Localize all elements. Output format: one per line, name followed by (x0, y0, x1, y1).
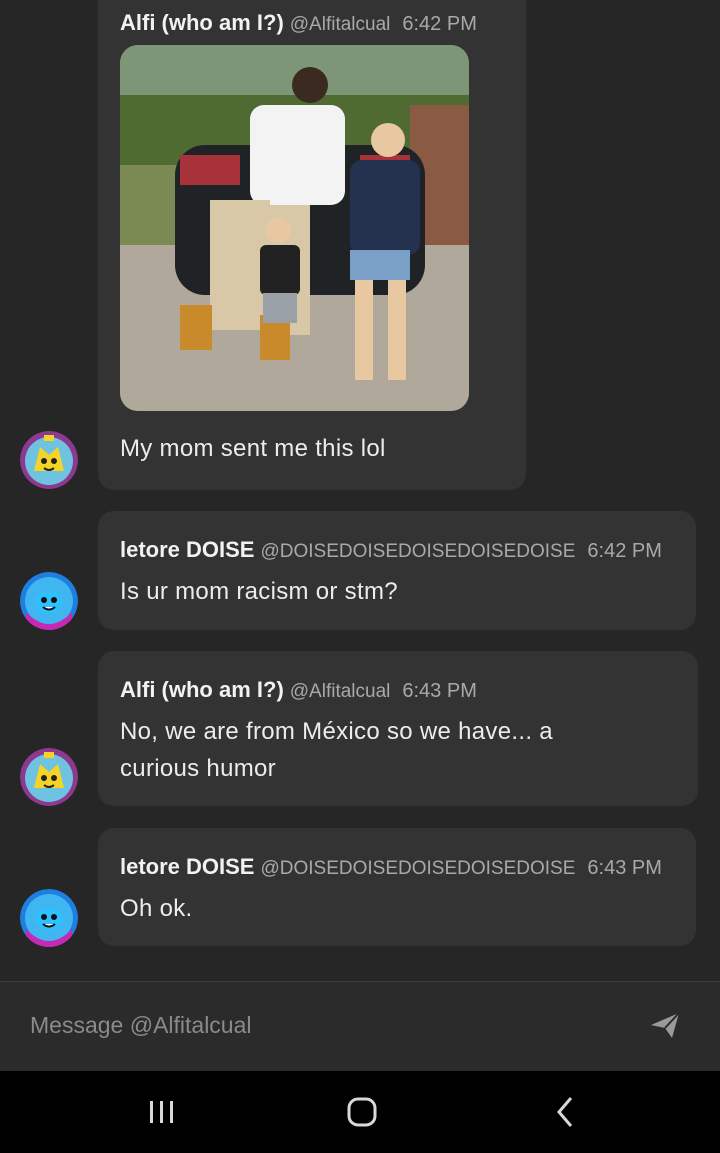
message-input[interactable] (28, 1004, 612, 1046)
author-name[interactable]: Alfi (who am I?) (120, 10, 284, 35)
yellow-cartoon-avatar-icon (20, 431, 78, 489)
author-handle[interactable]: @DOISEDOISEDOISEDOISEDOISE (260, 541, 575, 562)
author-name[interactable]: letore DOISE (120, 537, 254, 562)
message-text: Is ur mom racism or stm? (120, 578, 398, 605)
author-handle[interactable]: @Alfitalcual (290, 14, 391, 35)
avatar[interactable] (20, 431, 78, 489)
author-handle[interactable]: @DOISEDOISEDOISEDOISEDOISE (260, 858, 575, 879)
timestamp: 6:42 PM (587, 540, 662, 562)
avatar[interactable] (20, 889, 78, 947)
timestamp: 6:43 PM (402, 680, 477, 702)
message-bubble[interactable]: Alfi (who am I?) @Alfitalcual 6:43 PM No, … (98, 651, 698, 806)
message-header: Alfi (who am I?) @Alfitalcual 6:42 PM (120, 10, 477, 36)
recent-apps-icon[interactable] (131, 1091, 191, 1133)
author-name[interactable]: Alfi (who am I?) (120, 677, 284, 702)
author-name[interactable]: letore DOISE (120, 854, 254, 879)
system-navigation-bar (0, 1071, 720, 1153)
message-bubble[interactable]: letore DOISE @DOISEDOISEDOISEDOISEDOISE 6:… (98, 511, 696, 630)
message-text: Oh ok. (120, 895, 193, 922)
blue-cartoon-avatar-icon (20, 889, 78, 947)
home-icon[interactable] (332, 1091, 392, 1133)
message-text: No, we are from México so we have... a c… (120, 718, 553, 782)
blue-cartoon-avatar-icon (20, 572, 78, 630)
message-header: letore DOISE @DOISEDOISEDOISEDOISEDOISE 6:… (120, 537, 662, 563)
avatar[interactable] (20, 572, 78, 630)
message-header: letore DOISE @DOISEDOISEDOISEDOISEDOISE 6:… (120, 854, 662, 880)
send-icon[interactable] (648, 1008, 682, 1042)
timestamp: 6:43 PM (587, 857, 662, 879)
avatar[interactable] (20, 748, 78, 806)
back-icon[interactable] (535, 1091, 595, 1133)
message-composer (0, 981, 720, 1072)
message-text: My mom sent me this lol (120, 435, 386, 462)
message-bubble[interactable]: Alfi (who am I?) @Alfitalcual 6:42 PM My… (98, 0, 526, 490)
message-header: Alfi (who am I?) @Alfitalcual 6:43 PM (120, 677, 477, 703)
author-handle[interactable]: @Alfitalcual (290, 681, 391, 702)
yellow-cartoon-avatar-icon (20, 748, 78, 806)
message-bubble[interactable]: letore DOISE @DOISEDOISEDOISEDOISEDOISE 6:… (98, 828, 696, 946)
photo-illustration (120, 45, 469, 411)
timestamp: 6:42 PM (402, 13, 477, 35)
attached-photo[interactable] (120, 45, 469, 411)
